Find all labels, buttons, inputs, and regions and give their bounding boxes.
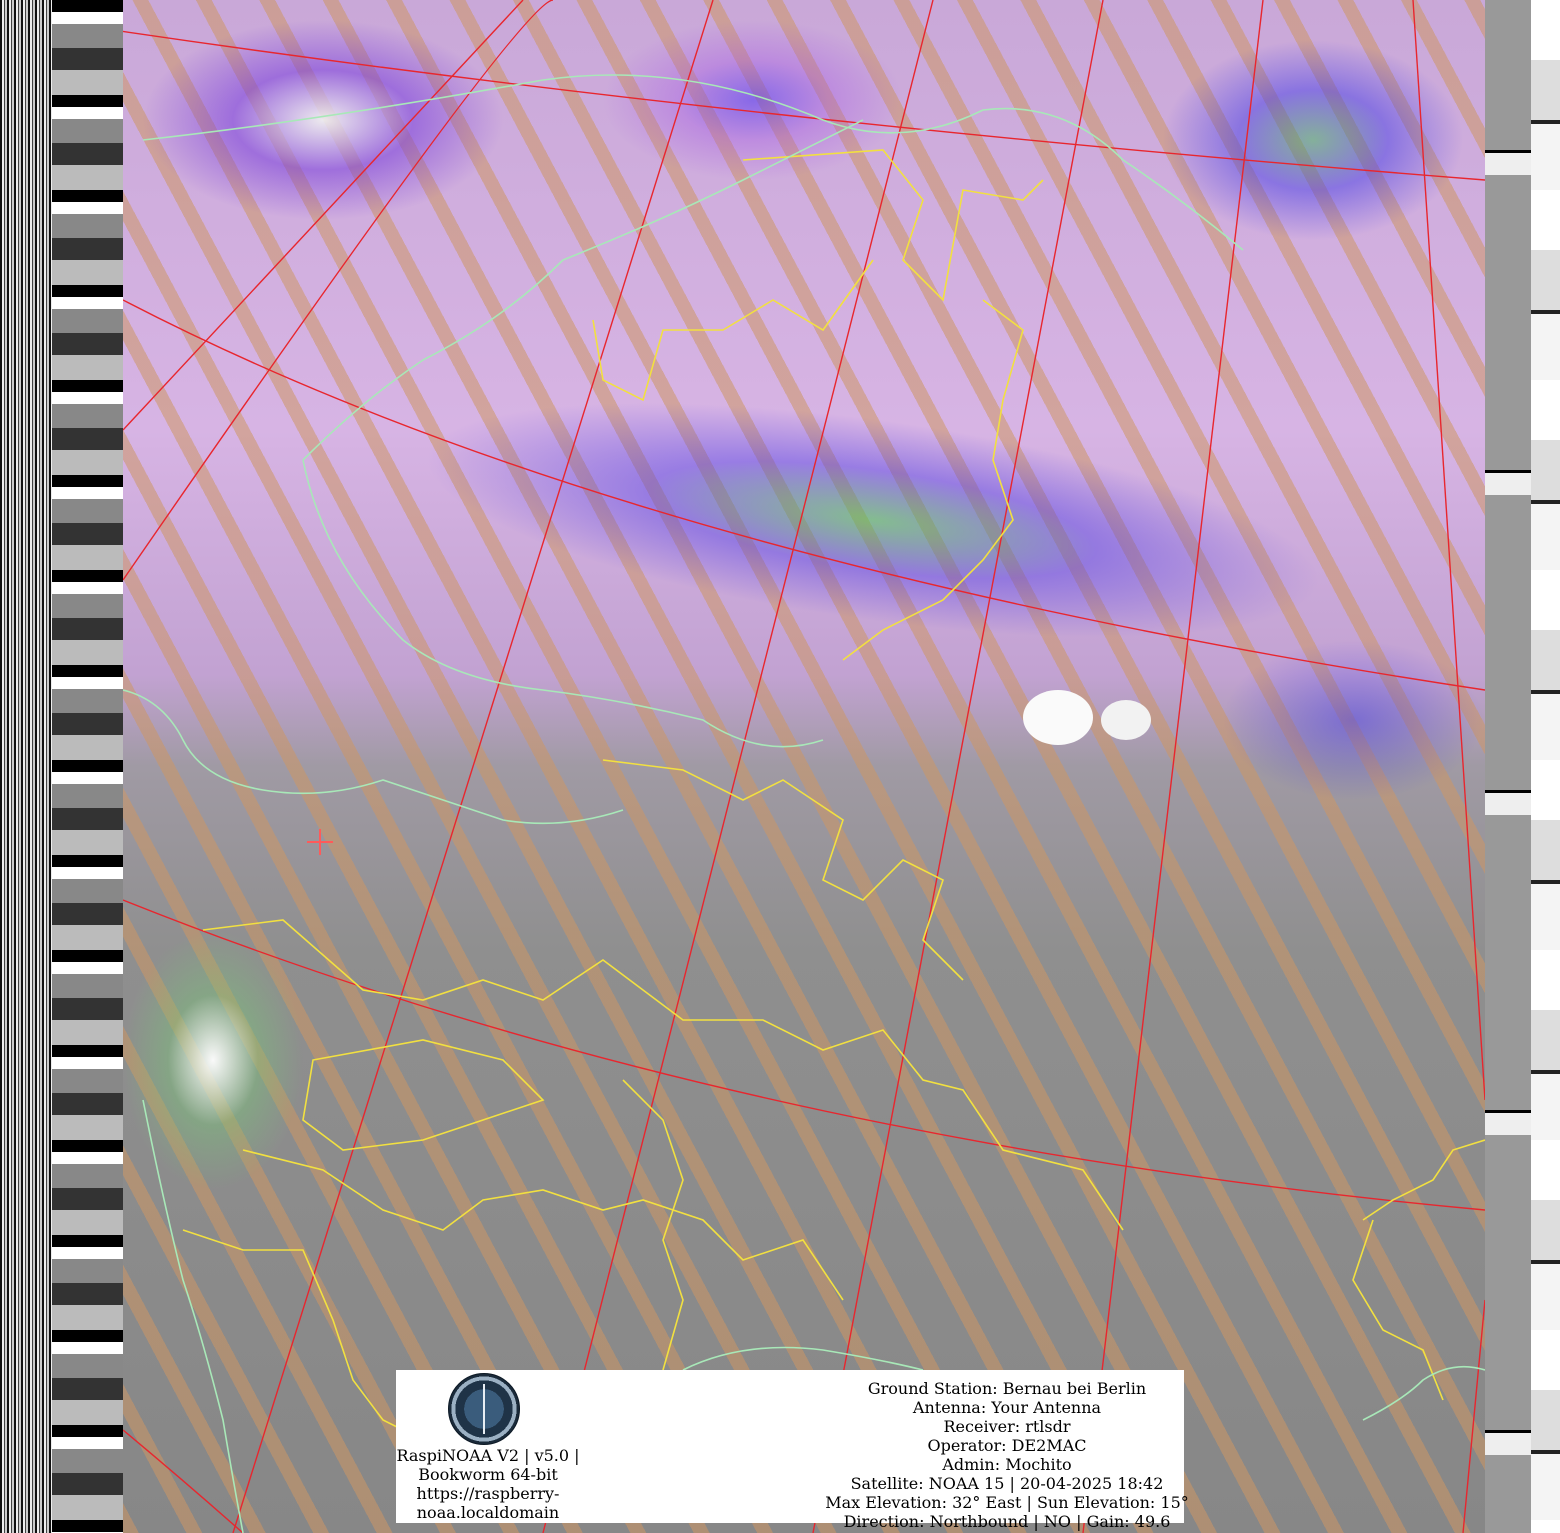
station-logo-icon [448,1373,520,1445]
software-info: RaspiNOAA V2 | v5.0 | Bookworm 64-bit ht… [396,1446,580,1522]
antenna-tower-icon [483,1384,485,1434]
software-line: Bookworm 64-bit [418,1465,558,1484]
country-borders [182,149,1485,1441]
software-line: RaspiNOAA V2 | v5.0 | [396,1446,580,1465]
antenna: Antenna: Your Antenna [912,1398,1102,1417]
software-line: https://raspberry- [416,1484,560,1503]
pass-info: Ground Station: Bernau bei Berlin Antenn… [818,1379,1196,1531]
coastlines [123,74,1485,1533]
satellite: Satellite: NOAA 15 | 20-04-2025 18:42 [850,1474,1164,1493]
info-panel: RaspiNOAA V2 | v5.0 | Bookworm 64-bit ht… [396,1370,1189,1531]
operator: Operator: DE2MAC [927,1436,1087,1455]
admin: Admin: Mochito [942,1455,1072,1474]
receiver: Receiver: rtlsdr [943,1417,1071,1436]
ground-station-marker-icon [307,829,333,855]
telemetry-strip-left [0,0,123,1533]
map-overlay [123,0,1485,1533]
software-line: noaa.localdomain [416,1503,560,1522]
ground-station: Ground Station: Bernau bei Berlin [867,1379,1147,1398]
telemetry-strip-right [1485,0,1560,1533]
elevation: Max Elevation: 32° East | Sun Elevation:… [825,1493,1189,1512]
satellite-image [123,0,1485,1533]
direction: Direction: Northbound | NO | Gain: 49.6 [843,1512,1171,1531]
graticule [123,0,1485,1533]
